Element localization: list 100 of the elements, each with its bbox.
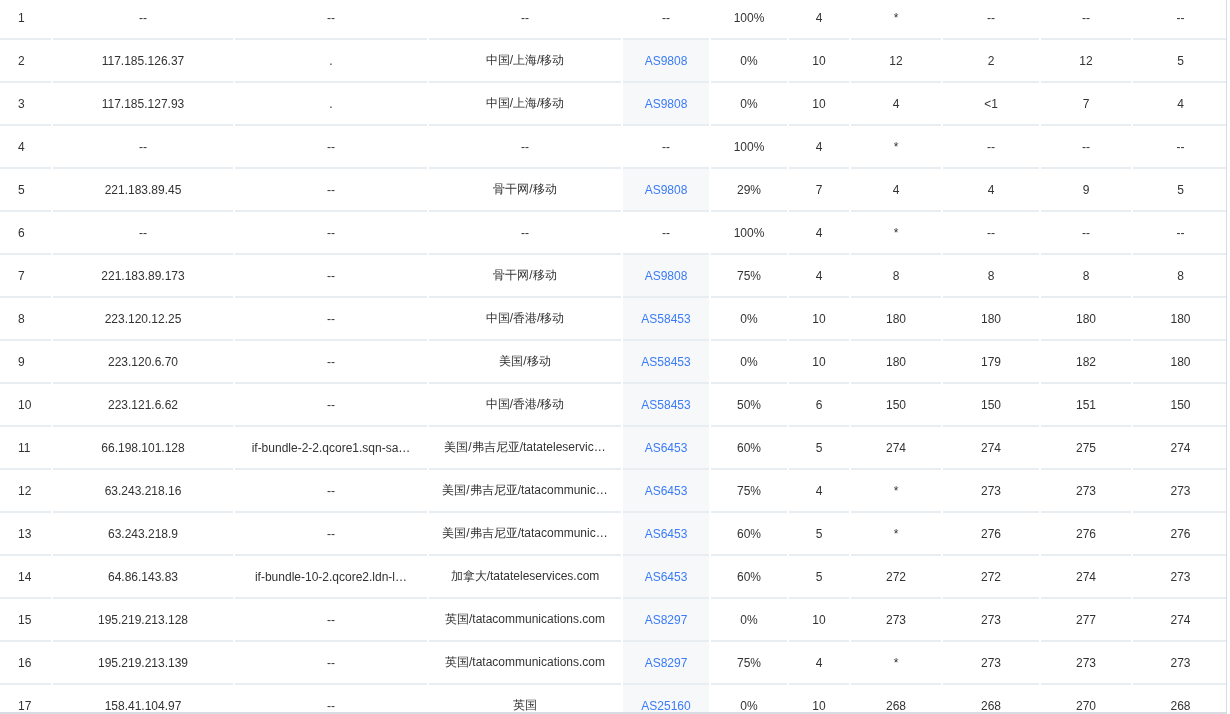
table-cell: if-bundle-2-2.qcore1.sqn-sa… bbox=[251, 440, 411, 455]
table-cell: 骨干网/移动 bbox=[493, 267, 557, 284]
asn-link[interactable]: AS9808 bbox=[644, 96, 688, 111]
hop-number: 5 bbox=[18, 182, 25, 197]
table-cell: 223.120.6.70 bbox=[107, 354, 179, 369]
table-cell: 60% bbox=[737, 569, 761, 584]
table-cell: * bbox=[893, 526, 899, 541]
table-cell: 117.185.127.93 bbox=[101, 96, 185, 111]
hop-number: 14 bbox=[18, 569, 32, 584]
table-cell: 60% bbox=[737, 440, 761, 455]
table-cell: 5 bbox=[815, 440, 823, 455]
table-cell: 0% bbox=[740, 698, 758, 712]
table-cell: 273 bbox=[1076, 655, 1096, 670]
table-cell: 英国/tatacommunications.com bbox=[444, 611, 606, 628]
asn-link[interactable]: AS6453 bbox=[644, 569, 688, 584]
table-cell: 8 bbox=[892, 268, 900, 283]
table-cell: 10 bbox=[812, 354, 826, 369]
table-cell: 100% bbox=[733, 139, 765, 154]
table-cell: -- bbox=[327, 225, 335, 240]
table-cell: -- bbox=[327, 397, 335, 412]
table-cell: 100% bbox=[733, 10, 765, 25]
table-cell: 180 bbox=[1170, 311, 1191, 326]
table-cell: 179 bbox=[981, 354, 1001, 369]
asn-link[interactable]: AS9808 bbox=[644, 268, 688, 283]
table-cell: * bbox=[893, 483, 899, 498]
table-cell: 151 bbox=[1076, 397, 1096, 412]
table-cell: 4 bbox=[1177, 96, 1184, 111]
table-cell: 100% bbox=[733, 225, 765, 240]
table-cell: 276 bbox=[981, 526, 1001, 541]
table-cell: 10 bbox=[812, 612, 826, 627]
table-cell: 268 bbox=[1170, 698, 1191, 712]
table-cell: 10 bbox=[812, 53, 826, 68]
table-cell: -- bbox=[987, 225, 995, 240]
table-cell: 221.183.89.173 bbox=[101, 268, 185, 283]
table-cell: 63.243.218.16 bbox=[104, 483, 182, 498]
table-cell: 5 bbox=[815, 526, 823, 541]
asn-link[interactable]: AS6453 bbox=[644, 526, 688, 541]
table-cell: 7 bbox=[1082, 96, 1090, 111]
table-cell: 4 bbox=[987, 182, 995, 197]
table-cell: 4 bbox=[815, 268, 823, 283]
table-cell: 75% bbox=[737, 655, 761, 670]
table-cell: 272 bbox=[886, 569, 906, 584]
table-cell: 10 bbox=[812, 311, 826, 326]
table-cell: 276 bbox=[1170, 526, 1191, 541]
hop-number: 7 bbox=[18, 268, 25, 283]
asn-link[interactable]: AS8297 bbox=[644, 612, 688, 627]
hop-number: 4 bbox=[18, 139, 25, 154]
table-cell: * bbox=[893, 10, 899, 25]
table-cell: 4 bbox=[892, 96, 900, 111]
table-cell: 中国/香港/移动 bbox=[485, 396, 565, 413]
table-cell: 12 bbox=[1079, 53, 1093, 68]
hop-number: 17 bbox=[18, 698, 32, 712]
table-cell: -- bbox=[327, 10, 335, 25]
table-cell: 180 bbox=[886, 354, 906, 369]
hop-number: 16 bbox=[18, 655, 32, 670]
table-cell: 美国/移动 bbox=[499, 353, 551, 370]
table-cell: 8 bbox=[1177, 268, 1184, 283]
table-cell: 273 bbox=[981, 483, 1001, 498]
table-cell: 0% bbox=[740, 612, 758, 627]
table-cell: 骨干网/移动 bbox=[493, 181, 557, 198]
hop-number: 11 bbox=[18, 440, 31, 455]
table-cell: 180 bbox=[981, 311, 1001, 326]
table-cell: -- bbox=[139, 225, 147, 240]
asn-link[interactable]: AS6453 bbox=[644, 440, 688, 455]
asn-link[interactable]: AS9808 bbox=[644, 182, 688, 197]
table-cell: -- bbox=[327, 526, 335, 541]
table-cell: -- bbox=[987, 139, 995, 154]
table-cell: 7 bbox=[815, 182, 823, 197]
table-cell: -- bbox=[1176, 10, 1185, 25]
table-cell: 180 bbox=[886, 311, 906, 326]
table-cell: -- bbox=[1082, 10, 1090, 25]
table-cell: 268 bbox=[886, 698, 906, 712]
asn-link[interactable]: AS6453 bbox=[644, 483, 688, 498]
table-cell: . bbox=[329, 96, 333, 111]
table-cell: 195.219.213.139 bbox=[97, 655, 189, 670]
table-cell: 0% bbox=[740, 96, 758, 111]
table-cell: 274 bbox=[886, 440, 906, 455]
table-cell: -- bbox=[327, 655, 335, 670]
table-cell: 4 bbox=[892, 182, 900, 197]
table-cell: -- bbox=[139, 10, 147, 25]
table-cell: -- bbox=[521, 10, 529, 25]
table-cell: -- bbox=[987, 10, 995, 25]
table-cell: 4 bbox=[815, 225, 823, 240]
table-cell: 274 bbox=[1170, 612, 1191, 627]
table-cell: 中国/上海/移动 bbox=[485, 52, 565, 69]
hop-number: 8 bbox=[18, 311, 25, 326]
hop-number: 3 bbox=[18, 96, 25, 111]
table-cell: -- bbox=[327, 483, 335, 498]
table-cell: 268 bbox=[981, 698, 1001, 712]
table-cell: 273 bbox=[981, 612, 1001, 627]
table-cell: 274 bbox=[981, 440, 1001, 455]
asn-link[interactable]: AS9808 bbox=[644, 53, 688, 68]
table-cell: 273 bbox=[1170, 483, 1191, 498]
table-cell: 10 bbox=[812, 96, 826, 111]
table-cell: 8 bbox=[987, 268, 995, 283]
table-cell: 0% bbox=[740, 354, 758, 369]
table-cell: -- bbox=[1176, 139, 1185, 154]
asn-link[interactable]: AS8297 bbox=[644, 655, 688, 670]
hop-number: 1 bbox=[18, 10, 25, 25]
table-cell: 4 bbox=[815, 483, 823, 498]
